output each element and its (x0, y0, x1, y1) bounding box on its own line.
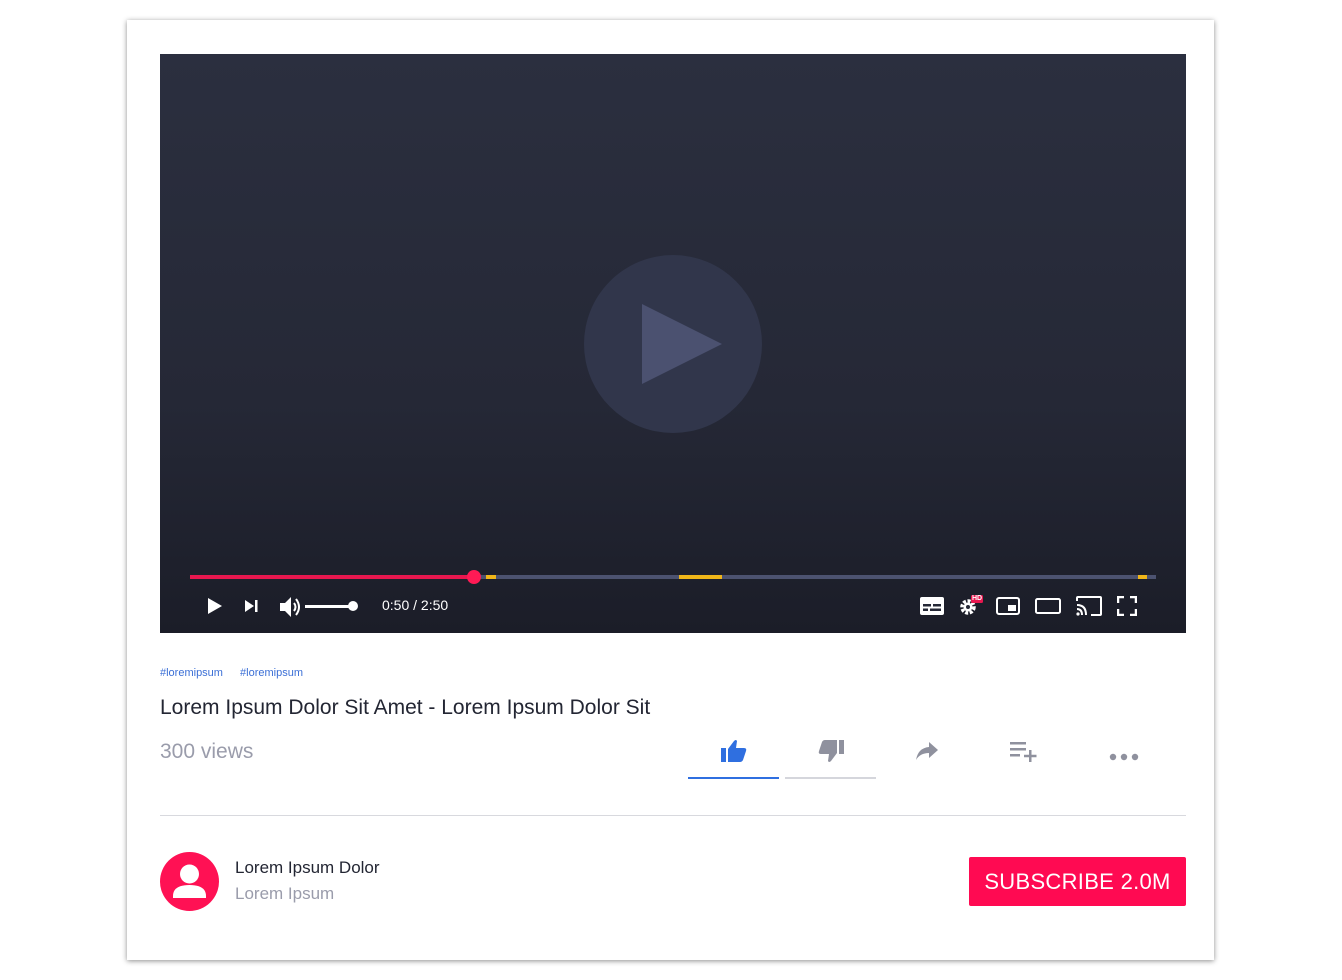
progress-played (190, 575, 474, 579)
channel-avatar[interactable] (160, 852, 219, 911)
time-display: 0:50 / 2:50 (382, 597, 449, 613)
cast-icon (1076, 596, 1102, 616)
play-icon (208, 598, 222, 614)
progress-bar[interactable] (190, 570, 1156, 584)
channel-name[interactable]: Lorem Ipsum Dolor (235, 858, 380, 878)
subtitles-icon (920, 597, 944, 615)
big-play-button[interactable] (584, 255, 762, 433)
miniplayer-icon (996, 597, 1020, 615)
chapter-marker (679, 575, 722, 579)
share-icon (916, 742, 938, 760)
video-player[interactable]: 0:50 / 2:50 HD (160, 54, 1186, 633)
play-icon (642, 304, 722, 384)
add-to-playlist-icon (1010, 742, 1037, 762)
progress-scrubber[interactable] (467, 570, 481, 584)
thumbs-down-icon (818, 740, 844, 762)
play-button[interactable] (206, 597, 224, 615)
chapter-marker (1138, 575, 1147, 579)
chapter-marker (486, 575, 496, 579)
settings-button[interactable]: HD (959, 595, 983, 617)
volume-icon (280, 597, 300, 617)
like-button[interactable] (721, 739, 747, 768)
hd-badge: HD (972, 595, 983, 602)
skip-next-icon (245, 600, 258, 612)
like-bar (688, 777, 779, 779)
more-icon (1109, 753, 1139, 761)
more-button[interactable] (1109, 748, 1139, 766)
view-count: 300 views (160, 740, 254, 763)
share-button[interactable] (915, 741, 939, 766)
section-divider (160, 815, 1186, 816)
miniplayer-button[interactable] (996, 597, 1020, 615)
channel-subtitle: Lorem Ipsum (235, 884, 335, 903)
subtitles-button[interactable] (920, 597, 944, 615)
theater-mode-button[interactable] (1035, 598, 1061, 614)
fullscreen-icon (1117, 596, 1137, 616)
hashtag-link[interactable]: #loremipsum (240, 667, 303, 679)
dislike-bar (785, 777, 876, 779)
theater-mode-icon (1035, 598, 1061, 614)
thumbs-up-icon (721, 740, 747, 762)
volume-slider-handle[interactable] (348, 601, 358, 611)
user-icon (173, 864, 206, 898)
mute-button[interactable] (278, 595, 302, 619)
next-button[interactable] (244, 599, 260, 613)
hashtag-list: #loremipsum #loremipsum (160, 667, 317, 679)
cast-button[interactable] (1076, 596, 1102, 616)
fullscreen-button[interactable] (1117, 596, 1137, 616)
video-title: Lorem Ipsum Dolor Sit Amet - Lorem Ipsum… (160, 696, 651, 719)
subscribe-button[interactable]: SUBSCRIBE 2.0M (969, 857, 1186, 906)
dislike-button[interactable] (818, 739, 844, 768)
video-card: 0:50 / 2:50 HD #loremipsum #loremipsum L… (127, 20, 1214, 960)
hashtag-link[interactable]: #loremipsum (160, 667, 223, 679)
add-to-playlist-button[interactable] (1010, 740, 1038, 767)
